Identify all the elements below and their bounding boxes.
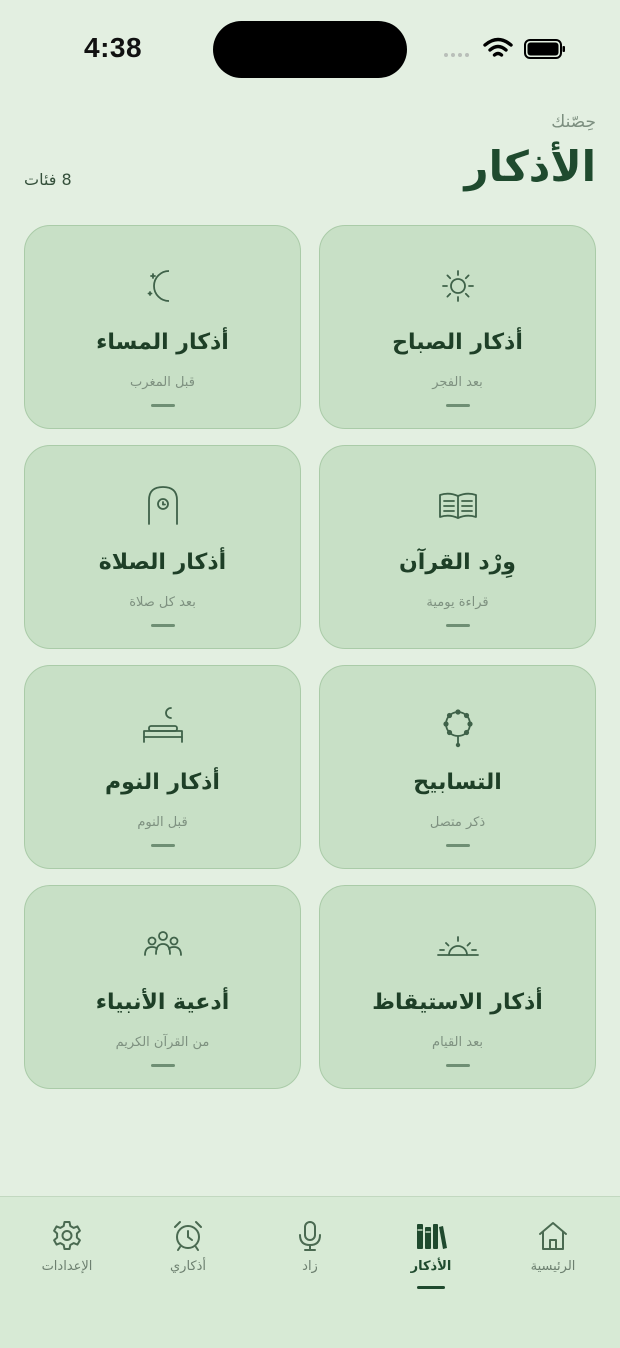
tab-settings[interactable]: الإعدادات <box>17 1219 117 1274</box>
category-card-morning[interactable]: أذكار الصباح بعد الفجر <box>319 225 596 429</box>
category-description: ذكر متصل <box>429 815 486 830</box>
alarm-clock-icon <box>174 1221 202 1251</box>
category-title: وِرْد القرآن <box>399 550 516 575</box>
category-card-prayer[interactable]: أذكار الصلاة بعد كل صلاة <box>24 445 301 649</box>
category-card-waking[interactable]: أذكار الاستيقاظ بعد القيام <box>319 885 596 1089</box>
tab-my-adhkar[interactable]: أذكاري <box>138 1219 238 1274</box>
card-dash <box>150 624 175 627</box>
tab-label: الإعدادات <box>41 1259 93 1274</box>
card-dash <box>150 1064 175 1067</box>
category-title: أدعية الأنبياء <box>95 990 230 1015</box>
category-card-sleep[interactable]: أذكار النوم قبل النوم <box>24 665 301 869</box>
category-card-quran[interactable]: وِرْد القرآن قراءة يومية <box>319 445 596 649</box>
categories-grid: أذكار الصباح بعد الفجر أذكار المساء قبل … <box>24 225 596 1089</box>
tab-label: أذكاري <box>169 1259 206 1274</box>
bed-moon-icon <box>142 707 183 743</box>
tab-label: الأذكار <box>410 1259 452 1274</box>
status-bar: 4:38 <box>0 0 620 100</box>
gear-icon <box>53 1221 81 1250</box>
page-header: حِصّنك الأذكار 8 فئات <box>24 110 596 200</box>
active-tab-indicator <box>417 1286 445 1289</box>
sun-icon <box>441 270 474 302</box>
card-dash <box>445 404 470 407</box>
battery-icon <box>524 39 565 59</box>
category-title: التسابيح <box>413 770 502 795</box>
page-title: الأذكار <box>464 142 596 191</box>
mihrab-clock-icon <box>147 486 178 525</box>
category-title: أذكار الصباح <box>392 330 523 355</box>
dynamic-island <box>213 21 407 78</box>
category-card-tasbih[interactable]: التسابيح ذكر متصل <box>319 665 596 869</box>
card-dash <box>445 624 470 627</box>
card-dash <box>445 1064 470 1067</box>
card-dash <box>150 404 175 407</box>
category-card-evening[interactable]: أذكار المساء قبل المغرب <box>24 225 301 429</box>
category-description: من القرآن الكريم <box>115 1035 210 1050</box>
open-book-icon <box>438 492 477 519</box>
category-description: بعد القيام <box>432 1035 483 1050</box>
category-description: بعد الفجر <box>432 375 483 390</box>
category-description: قبل المغرب <box>130 375 195 390</box>
tab-label: الرئيسية <box>530 1259 576 1274</box>
category-count: 8 فئات <box>24 170 72 189</box>
tab-bar: الرئيسية الأذكار زاد أذكاري الإعدادات <box>0 1196 620 1348</box>
books-icon <box>417 1224 447 1249</box>
category-title: أذكار الصلاة <box>98 550 227 575</box>
tab-adhkar[interactable]: الأذكار <box>381 1219 481 1289</box>
category-title: أذكار الاستيقاظ <box>372 990 543 1015</box>
home-icon <box>539 1222 567 1250</box>
tab-label: زاد <box>302 1259 318 1274</box>
status-time: 4:38 <box>84 32 143 63</box>
card-dash <box>150 844 175 847</box>
sunrise-icon <box>436 936 479 956</box>
page-subtitle: حِصّنك <box>551 112 596 132</box>
category-card-prophets[interactable]: أدعية الأنبياء من القرآن الكريم <box>24 885 301 1089</box>
category-description: قبل النوم <box>137 815 188 830</box>
wifi-icon <box>483 37 513 57</box>
moon-stars-icon <box>147 270 169 302</box>
cellular-signal-icon <box>444 53 469 57</box>
category-title: أذكار المساء <box>96 330 229 355</box>
category-description: قراءة يومية <box>426 595 489 610</box>
prayer-beads-icon <box>442 709 473 748</box>
people-group-icon <box>143 931 182 956</box>
tab-home[interactable]: الرئيسية <box>503 1219 603 1274</box>
category-title: أذكار النوم <box>105 770 220 795</box>
tab-zad[interactable]: زاد <box>260 1219 360 1274</box>
microphone-icon <box>299 1221 321 1251</box>
card-dash <box>445 844 470 847</box>
category-description: بعد كل صلاة <box>129 595 196 610</box>
